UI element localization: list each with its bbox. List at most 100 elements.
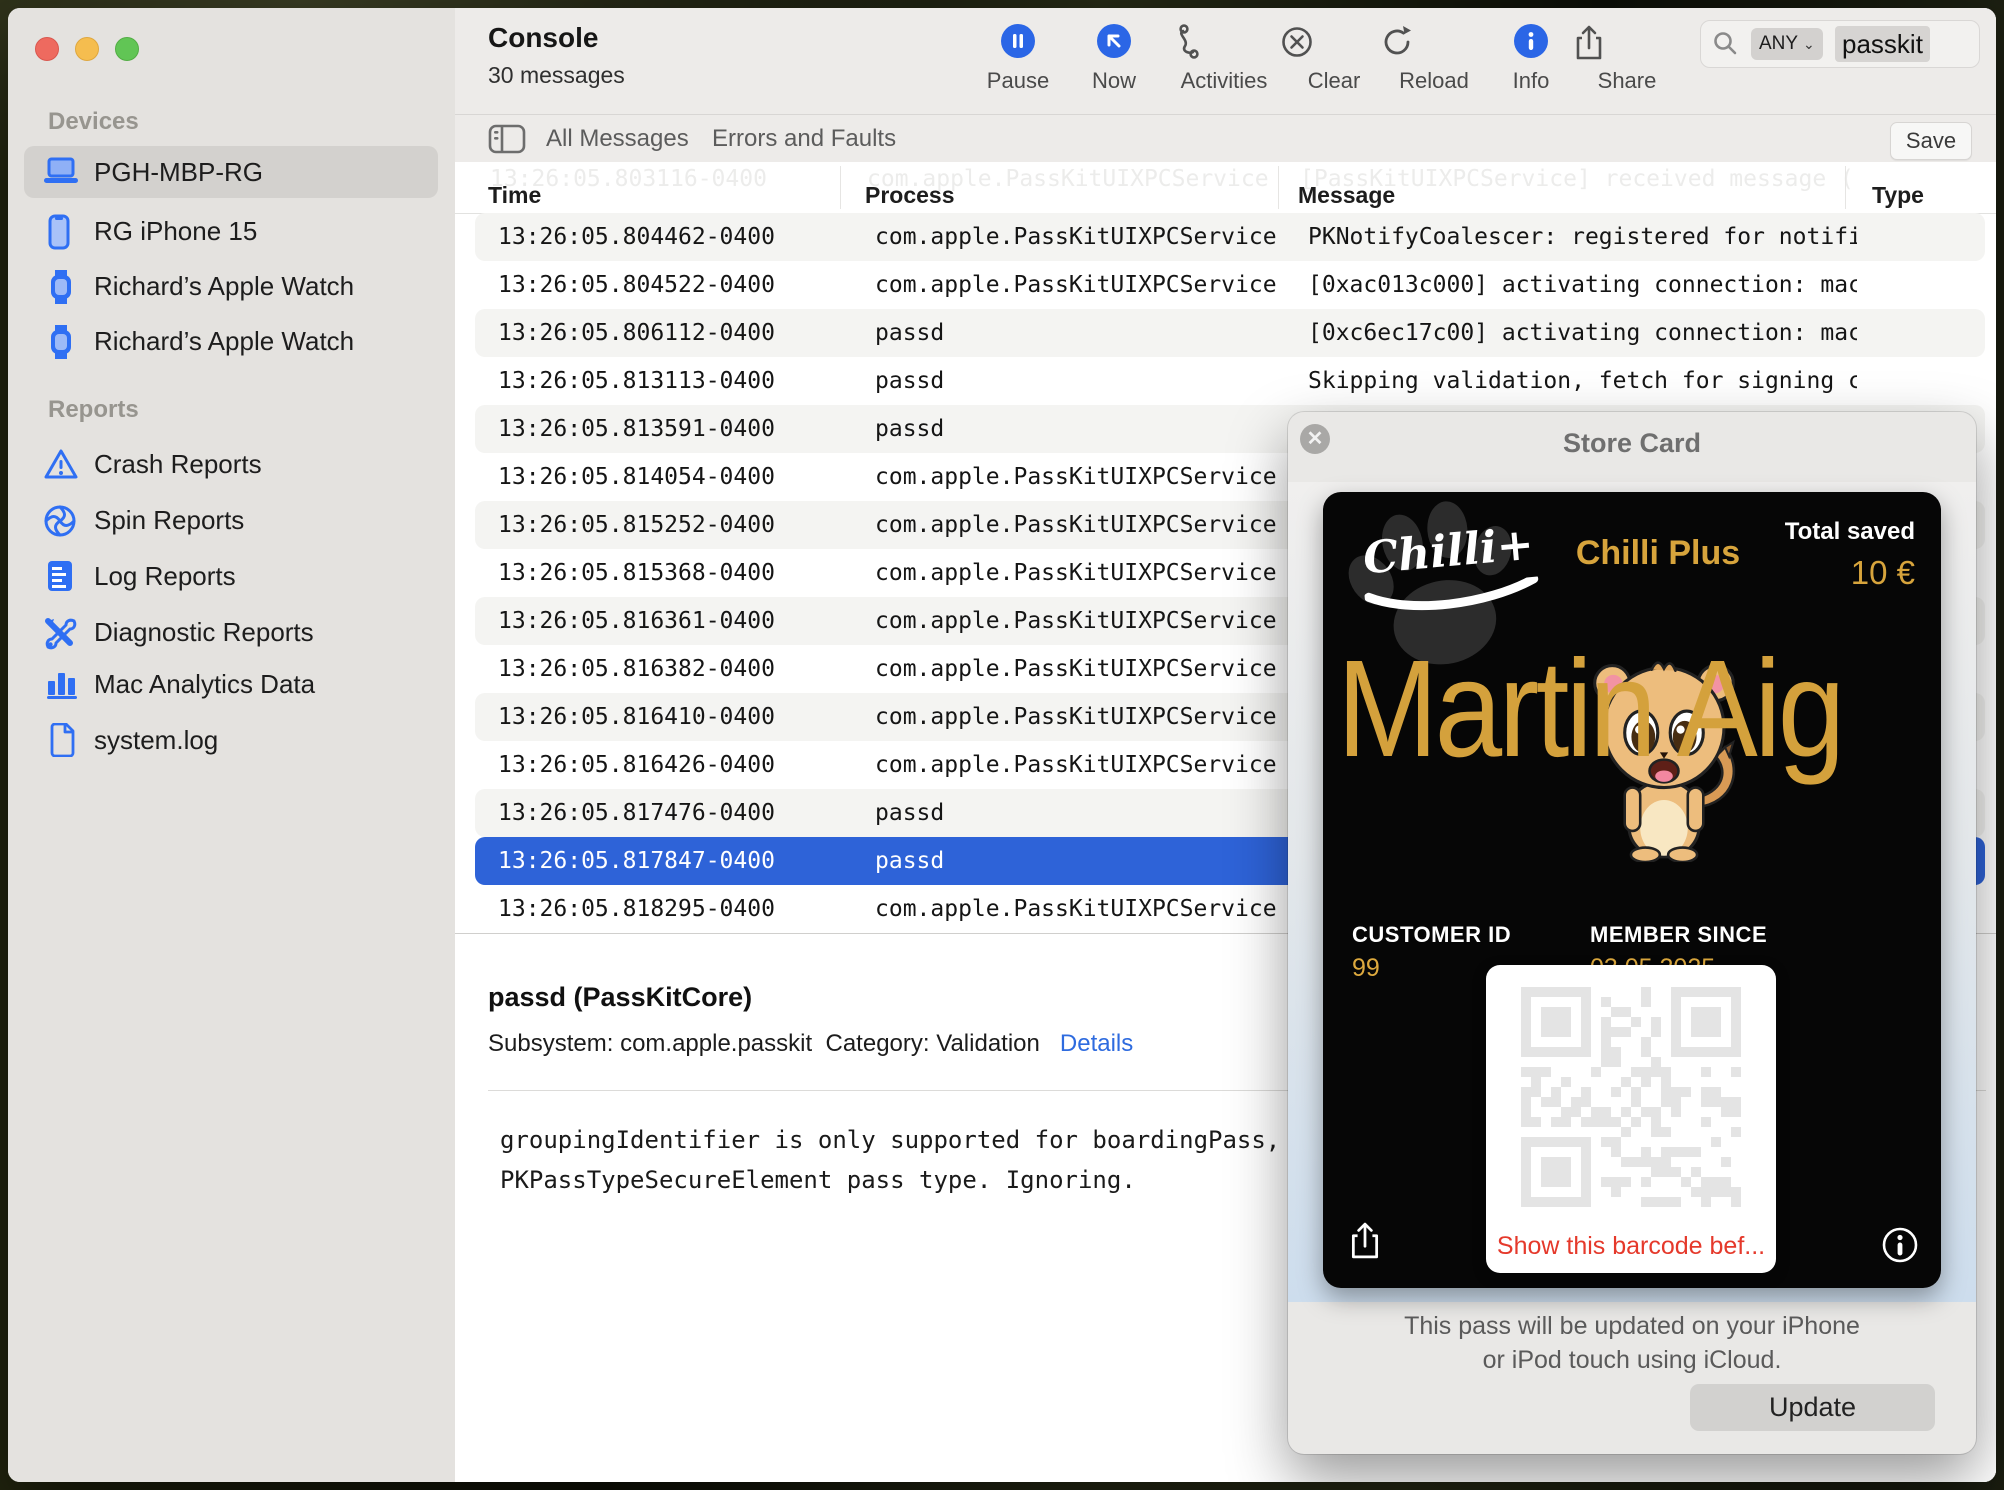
sidebar-item-label: PGH-MBP-RG [94, 146, 263, 198]
row-proc: com.apple.PassKitUIXPCService [875, 213, 1277, 261]
row-time: 13:26:05.804522-0400 [498, 261, 775, 309]
search-input[interactable]: passkit [1835, 26, 1930, 62]
table-row[interactable]: 13:26:05.804462-0400 com.apple.PassKitUIX… [475, 213, 1985, 261]
row-time: 13:26:05.816382-0400 [498, 645, 775, 693]
sidebar-item-label: Crash Reports [94, 438, 262, 490]
activities-button[interactable]: Activities [1169, 24, 1279, 104]
sidebar-item-label: Richard’s Apple Watch [94, 315, 354, 367]
row-proc: passd [875, 837, 944, 885]
zoom-window-button[interactable] [115, 37, 139, 61]
detail-process-title: passd (PassKitCore) [488, 982, 752, 1013]
sidebar-item-apple-watch-2[interactable]: Richard’s Apple Watch [24, 315, 438, 367]
pinwheel-icon [42, 503, 80, 537]
column-header-message[interactable]: Message [1298, 182, 1395, 209]
table-row[interactable]: 13:26:05.813113-0400passdSkipping valida… [475, 357, 1985, 405]
sidebar-section-devices: Devices [48, 108, 139, 136]
row-msg: PKNotifyCoalescer: registered for notifi [1308, 213, 1857, 261]
sidebar-item-label: Diagnostic Reports [94, 606, 314, 658]
pass-member-name: Martin Aig [1337, 630, 1842, 789]
sidebar-item-diagnostic-reports[interactable]: Diagnostic Reports [24, 606, 438, 658]
row-proc: com.apple.PassKitUIXPCService [875, 501, 1277, 549]
search-field[interactable]: ANY ⌄ passkit [1700, 20, 1980, 68]
bar-chart-icon [46, 667, 84, 701]
now-button[interactable]: Now [1059, 24, 1169, 104]
row-proc: com.apple.PassKitUIXPCService [875, 597, 1277, 645]
window-title: Console [488, 22, 598, 54]
header-overlay [455, 162, 1996, 213]
document-icon [48, 723, 86, 757]
clear-button[interactable]: Clear [1279, 24, 1389, 104]
column-header-process[interactable]: Process [865, 182, 955, 209]
laptop-icon [42, 155, 80, 189]
share-button[interactable]: Share [1572, 24, 1682, 104]
update-button[interactable]: Update [1690, 1384, 1935, 1431]
sidebar-item-label: Log Reports [94, 550, 236, 602]
watch-icon [49, 269, 87, 303]
column-header-time[interactable]: Time [488, 182, 541, 209]
minimize-window-button[interactable] [75, 37, 99, 61]
pause-button[interactable]: Pause [963, 24, 1073, 104]
sidebar-item-rg-iphone-15[interactable]: RG iPhone 15 [24, 205, 438, 257]
info-button[interactable]: Info [1476, 24, 1586, 104]
pass-share-icon[interactable] [1347, 1220, 1383, 1262]
close-window-button[interactable] [35, 37, 59, 61]
sidebar-item-apple-watch-1[interactable]: Richard’s Apple Watch [24, 260, 438, 312]
row-proc: passd [875, 405, 944, 453]
table-row[interactable]: 13:26:05.806112-0400passd[0xc6ec17c00] a… [475, 309, 1985, 357]
sidebar-item-system-log[interactable]: system.log [24, 714, 438, 766]
row-proc: com.apple.PassKitUIXPCService [875, 885, 1277, 933]
toolbar: Console 30 messages Pause Now Activities… [455, 8, 1996, 115]
row-time: 13:26:05.816426-0400 [498, 741, 775, 789]
watch-icon [49, 324, 87, 358]
sidebar-item-label: system.log [94, 714, 218, 766]
customer-id-value: 99 [1352, 954, 1380, 983]
column-divider[interactable] [840, 166, 841, 209]
row-time: 13:26:05.815368-0400 [498, 549, 775, 597]
column-header-type[interactable]: Type [1872, 182, 1924, 209]
detail-message: groupingIdentifier is only supported for… [500, 1120, 1338, 1200]
info-icon [1476, 24, 1586, 62]
details-link[interactable]: Details [1060, 1030, 1133, 1057]
sidebar-item-mac-analytics-data[interactable]: Mac Analytics Data [24, 658, 438, 710]
table-header: 13:26:05.803116-0400 com.apple.PassKitUI… [455, 162, 1996, 214]
row-time: 13:26:05.813113-0400 [498, 357, 775, 405]
sidebar-item-pgh-mbp-rg[interactable]: PGH-MBP-RG [24, 146, 438, 198]
row-proc: passd [875, 309, 944, 357]
barcode-caption[interactable]: Show this barcode bef... [1486, 1232, 1776, 1261]
total-saved-value: 10 € [1851, 554, 1915, 592]
row-time: 13:26:05.817476-0400 [498, 789, 775, 837]
row-time: 13:26:05.804462-0400 [498, 213, 775, 261]
column-divider[interactable] [1845, 166, 1846, 209]
tab-errors-and-faults[interactable]: Errors and Faults [712, 115, 896, 162]
sidebar-item-spin-reports[interactable]: Spin Reports [24, 494, 438, 546]
sidebar-item-log-reports[interactable]: Log Reports [24, 550, 438, 602]
total-saved-label: Total saved [1785, 518, 1915, 546]
save-button[interactable]: Save [1890, 122, 1972, 160]
row-time: 13:26:05.817847-0400 [498, 837, 775, 885]
row-msg: Skipping validation, fetch for signing c [1308, 357, 1857, 405]
reload-button[interactable]: Reload [1379, 24, 1489, 104]
row-time: 13:26:05.818295-0400 [498, 885, 775, 933]
sidebar-toggle-icon[interactable] [488, 124, 526, 154]
sidebar-item-label: RG iPhone 15 [94, 205, 257, 257]
row-msg: [0xc6ec17c00] activating connection: mac [1308, 309, 1857, 357]
pass-info-icon[interactable] [1881, 1226, 1919, 1264]
pause-icon [963, 24, 1073, 62]
sidebar-section-reports: Reports [48, 396, 139, 424]
message-count: 30 messages [488, 62, 625, 89]
search-scope-dropdown[interactable]: ANY ⌄ [1751, 28, 1823, 60]
log-document-icon [46, 559, 84, 593]
row-proc: com.apple.PassKitUIXPCService [875, 645, 1277, 693]
tab-all-messages[interactable]: All Messages [546, 115, 689, 162]
iphone-icon [48, 214, 86, 248]
table-row[interactable]: 13:26:05.804522-0400com.apple.PassKitUIX… [475, 261, 1985, 309]
row-time: 13:26:05.816361-0400 [498, 597, 775, 645]
row-time: 13:26:05.814054-0400 [498, 453, 775, 501]
row-proc: passd [875, 789, 944, 837]
reload-icon [1379, 24, 1489, 62]
column-divider[interactable] [1278, 166, 1279, 209]
sidebar-item-crash-reports[interactable]: Crash Reports [24, 438, 438, 490]
customer-id-label: CUSTOMER ID [1352, 922, 1511, 948]
pass-update-note-line1: This pass will be updated on your iPhone [1288, 1312, 1976, 1341]
search-icon [1712, 30, 1738, 56]
